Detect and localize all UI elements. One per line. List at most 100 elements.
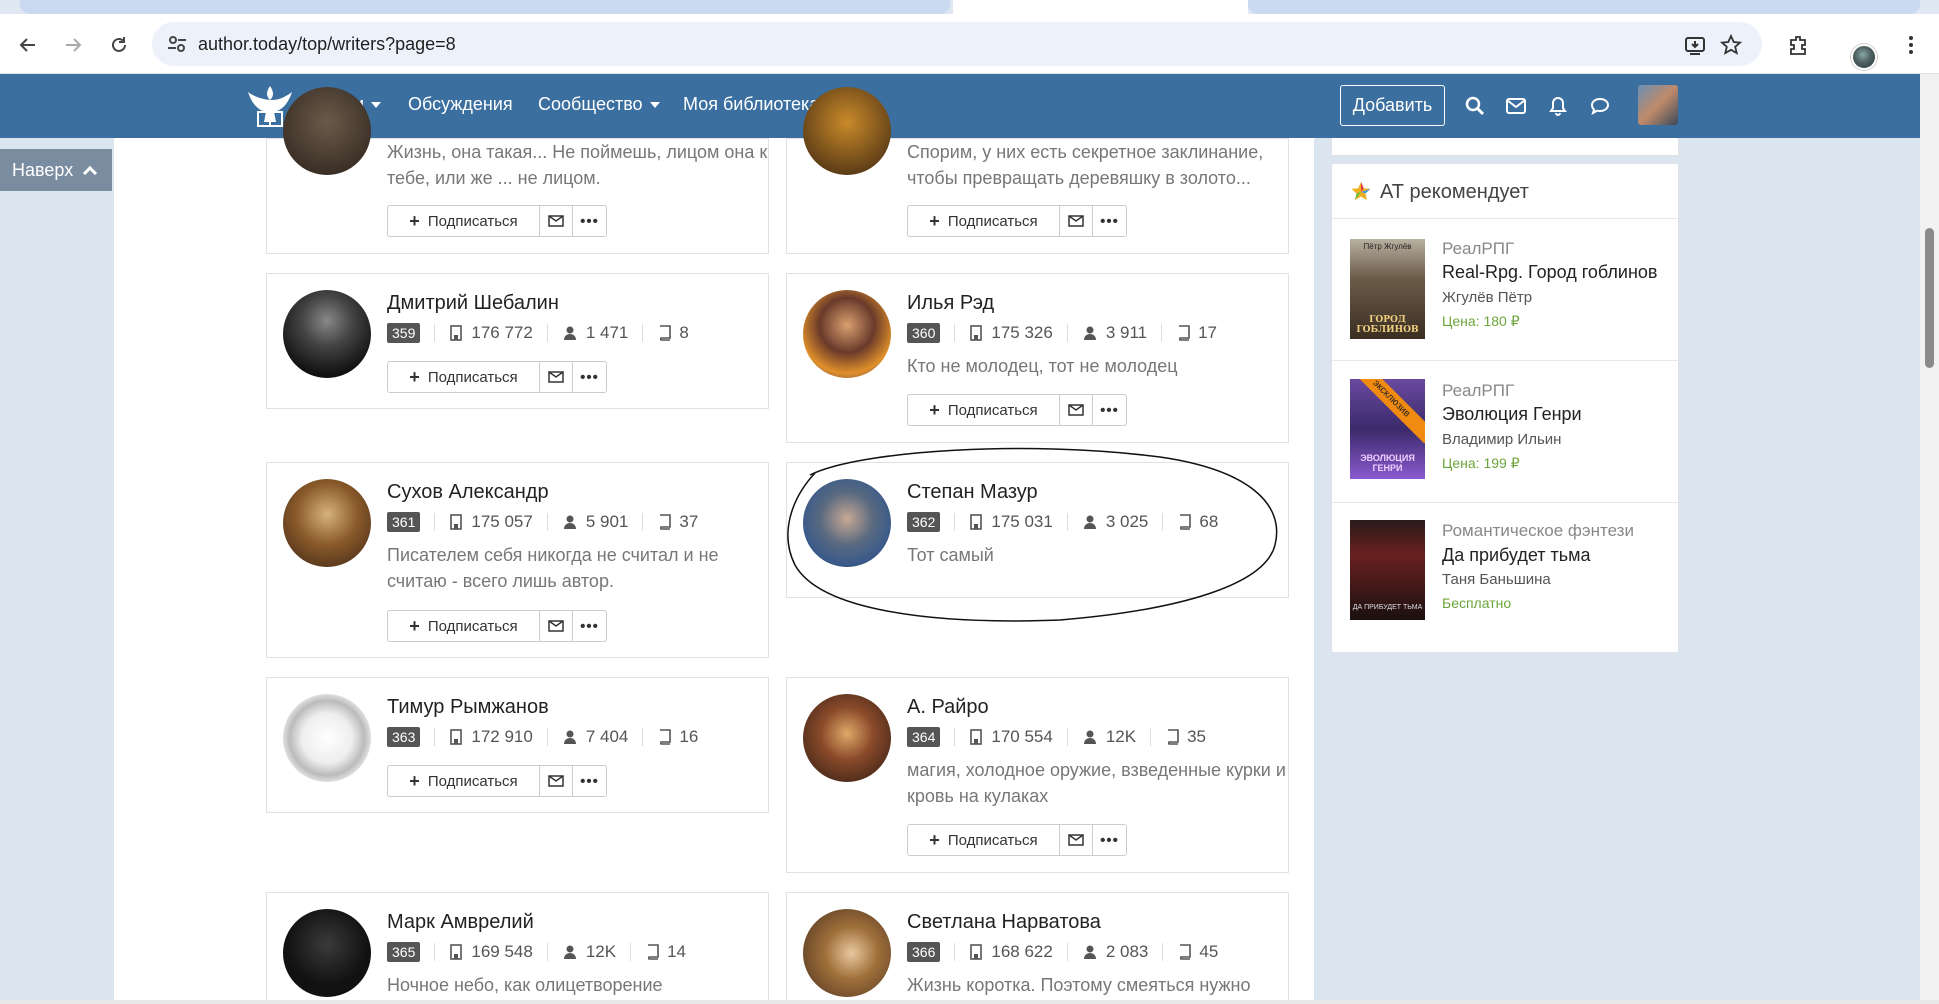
building-icon <box>450 514 463 530</box>
more-button[interactable]: ••• <box>573 205 607 237</box>
writer-avatar[interactable] <box>803 694 891 782</box>
install-app-icon[interactable] <box>1682 32 1708 58</box>
writer-avatar[interactable] <box>803 909 891 997</box>
forward-icon[interactable] <box>58 30 88 60</box>
menu-community[interactable]: Сообщество <box>538 94 660 115</box>
writer-name[interactable]: Сухов Александр <box>387 481 549 504</box>
menu-my-library[interactable]: Моя библиотека <box>683 94 819 115</box>
book-title[interactable]: Real-Rpg. Город гоблинов <box>1442 262 1657 283</box>
book-author[interactable]: Таня Баньшина <box>1442 571 1551 588</box>
book-genre[interactable]: Романтическое фэнтези <box>1442 521 1634 541</box>
subscribe-button[interactable]: + Подписаться <box>907 205 1060 237</box>
book-genre[interactable]: РеалРПГ <box>1442 239 1514 259</box>
rank-badge: 366 <box>907 942 941 962</box>
message-button[interactable] <box>1060 205 1093 237</box>
extensions-icon[interactable] <box>1783 30 1813 60</box>
building-icon <box>970 944 983 960</box>
more-button[interactable]: ••• <box>1093 205 1127 237</box>
reload-icon[interactable] <box>104 30 134 60</box>
menu-discussions[interactable]: Обсуждения <box>408 94 513 115</box>
scroll-to-top-button[interactable]: Наверх <box>0 149 112 191</box>
writer-name[interactable]: Тимур Рымжанов <box>387 696 549 719</box>
user-icon <box>1083 730 1096 744</box>
message-button[interactable] <box>540 765 573 797</box>
writer-avatar[interactable] <box>803 479 891 567</box>
book-author[interactable]: Владимир Ильин <box>1442 431 1561 448</box>
search-icon[interactable] <box>1463 94 1487 118</box>
writer-card: Марк Амврелий 365 169 548 12K 14 Ночное … <box>266 892 769 1004</box>
writer-name[interactable]: Дмитрий Шебалин <box>387 292 559 315</box>
rank-badge: 360 <box>907 323 941 343</box>
more-button[interactable]: ••• <box>573 765 607 797</box>
browser-menu-icon[interactable] <box>1896 30 1926 60</box>
scrollbar-thumb[interactable] <box>1925 228 1934 368</box>
writer-avatar[interactable] <box>283 694 371 782</box>
message-button[interactable] <box>1060 824 1093 856</box>
writer-card: Илья Рэд 360 175 326 3 911 17 Кто не мол… <box>786 273 1289 443</box>
browser-toolbar: author.today/top/writers?page=8 <box>0 14 1939 74</box>
browser-profile-avatar[interactable] <box>1851 44 1877 70</box>
writer-name[interactable]: А. Райро <box>907 696 989 719</box>
book-title[interactable]: Эволюция Генри <box>1442 404 1582 425</box>
recommended-book[interactable]: эксклюзив ЭВОЛЮЦИЯ ГЕНРИ РеалРПГ Эволюци… <box>1332 360 1678 502</box>
url-text[interactable]: author.today/top/writers?page=8 <box>198 34 456 55</box>
more-button[interactable]: ••• <box>573 610 607 642</box>
subscribe-button[interactable]: + Подписаться <box>907 824 1060 856</box>
writer-name[interactable]: Марк Амврелий <box>387 911 534 934</box>
bell-icon[interactable] <box>1546 94 1570 118</box>
building-icon <box>970 729 983 745</box>
book-cover[interactable]: ДА ПРИБУДЕТ ТЬМА <box>1350 520 1425 620</box>
recommended-book[interactable]: Пётр Жгулёв ГОРОД ГОБЛИНОВ РеалРПГ Real-… <box>1332 218 1678 360</box>
mail-icon[interactable] <box>1504 94 1528 118</box>
book-author[interactable]: Жгулёв Пётр <box>1442 289 1532 306</box>
user-avatar[interactable] <box>1638 85 1678 125</box>
writer-description: Жизнь, она такая... Не поймешь, лицом он… <box>387 142 768 188</box>
writer-avatar[interactable] <box>803 290 891 378</box>
subscribe-button[interactable]: + Подписаться <box>387 361 540 393</box>
writer-stats: 363 172 910 7 404 16 <box>387 726 712 748</box>
message-button[interactable] <box>540 610 573 642</box>
book-genre[interactable]: РеалРПГ <box>1442 381 1514 401</box>
writer-avatar[interactable] <box>283 87 371 175</box>
subscribe-button[interactable]: + Подписаться <box>387 765 540 797</box>
writer-avatar[interactable] <box>803 87 891 175</box>
book-title[interactable]: Да прибудет тьма <box>1442 545 1591 566</box>
subscribe-button[interactable]: + Подписаться <box>907 394 1060 426</box>
followers-stat: 12K <box>1082 727 1136 747</box>
recommended-book[interactable]: ДА ПРИБУДЕТ ТЬМА Романтическое фэнтези Д… <box>1332 502 1678 652</box>
address-bar[interactable]: author.today/top/writers?page=8 <box>152 22 1762 66</box>
writer-name[interactable]: Илья Рэд <box>907 292 994 315</box>
writer-avatar[interactable] <box>283 909 371 997</box>
more-button[interactable]: ••• <box>573 361 607 393</box>
add-button[interactable]: Добавить <box>1340 85 1445 126</box>
bookmark-star-icon[interactable] <box>1718 32 1744 58</box>
message-button[interactable] <box>1060 394 1093 426</box>
book-cover[interactable]: эксклюзив ЭВОЛЮЦИЯ ГЕНРИ <box>1350 379 1425 479</box>
more-button[interactable]: ••• <box>1093 824 1127 856</box>
active-browser-tab[interactable] <box>953 0 1248 14</box>
followers-stat: 1 471 <box>562 323 628 343</box>
chat-icon[interactable] <box>1588 94 1612 118</box>
writer-stats: 365 169 548 12K 14 <box>387 941 700 963</box>
writer-name[interactable]: Светлана Нарватова <box>907 911 1101 934</box>
subscribe-button[interactable]: + Подписаться <box>387 610 540 642</box>
page-scrollbar[interactable] <box>1920 74 1939 1004</box>
back-icon[interactable] <box>13 30 43 60</box>
more-button[interactable]: ••• <box>1093 394 1127 426</box>
message-button[interactable] <box>540 361 573 393</box>
writer-avatar[interactable] <box>283 479 371 567</box>
site-settings-icon[interactable] <box>166 33 188 55</box>
subscribe-button[interactable]: + Подписаться <box>387 205 540 237</box>
book-cover[interactable]: Пётр Жгулёв ГОРОД ГОБЛИНОВ <box>1350 239 1425 339</box>
message-button[interactable] <box>540 205 573 237</box>
scroll-to-top-label: Наверх <box>12 159 74 180</box>
browser-tab[interactable] <box>20 0 950 14</box>
writer-description: Писателем себя никогда не считал и не сч… <box>387 545 719 591</box>
writer-avatar[interactable] <box>283 290 371 378</box>
browser-tab[interactable] <box>1248 0 1920 14</box>
rank-badge: 361 <box>387 512 421 532</box>
writer-stats: 362 175 031 3 025 68 <box>907 511 1232 533</box>
writer-actions: + Подписаться ••• <box>907 205 1127 237</box>
writer-name[interactable]: Степан Мазур <box>907 481 1038 504</box>
user-icon <box>563 515 576 529</box>
